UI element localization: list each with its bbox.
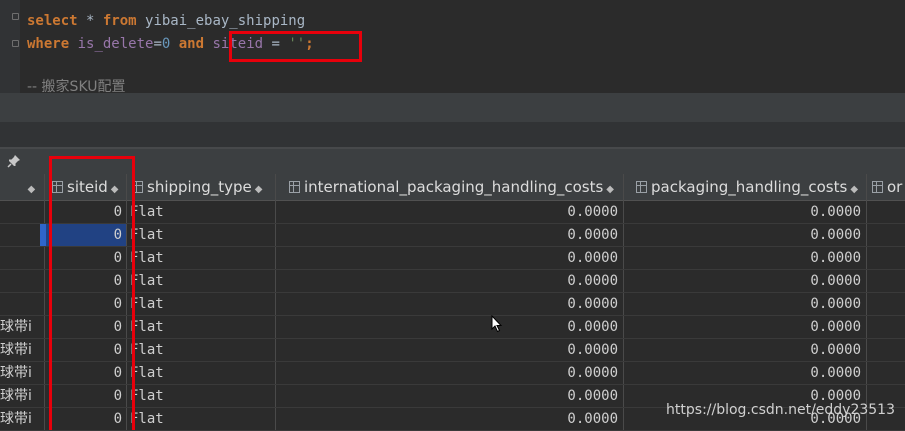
- cell-packaging-handling-costs[interactable]: 0.0000: [624, 293, 861, 315]
- column-header-or[interactable]: or: [872, 174, 905, 200]
- cell-international-packaging-handling-costs[interactable]: 0.0000: [276, 293, 618, 315]
- cell-row-label[interactable]: 球带i: [0, 408, 40, 430]
- panel-spacer: [0, 122, 905, 147]
- cell-international-packaging-handling-costs[interactable]: 0.0000: [276, 385, 618, 407]
- table-row[interactable]: 0 Flat 0.0000 0.0000: [0, 293, 905, 316]
- sql-editor[interactable]: select * from yibai_ebay_shipping where …: [0, 0, 905, 98]
- cell-international-packaging-handling-costs[interactable]: 0.0000: [276, 247, 618, 269]
- fold-marker-icon[interactable]: [12, 40, 19, 47]
- cell-international-packaging-handling-costs[interactable]: 0.0000: [276, 339, 618, 361]
- cell-shipping-type[interactable]: Flat: [130, 293, 270, 315]
- column-icon: [636, 181, 647, 193]
- cell-row-label[interactable]: 球带i: [0, 362, 40, 384]
- cell-packaging-handling-costs[interactable]: 0.0000: [624, 316, 861, 338]
- cell-shipping-type[interactable]: Flat: [130, 247, 270, 269]
- table-row[interactable]: 球带i 0 Flat 0.0000 0.0000: [0, 362, 905, 385]
- cell-shipping-type[interactable]: Flat: [130, 408, 270, 430]
- cell-shipping-type[interactable]: Flat: [130, 316, 270, 338]
- cell-row-label[interactable]: [0, 247, 40, 269]
- cell-packaging-handling-costs[interactable]: 0.0000: [624, 201, 861, 223]
- table-row[interactable]: 0 Flat 0.0000 0.0000: [0, 224, 905, 247]
- fold-marker-icon[interactable]: [12, 13, 19, 20]
- pin-icon[interactable]: [7, 154, 21, 168]
- cell-shipping-type[interactable]: Flat: [130, 224, 270, 246]
- cell-international-packaging-handling-costs[interactable]: 0.0000: [276, 408, 618, 430]
- code-line-1[interactable]: select * from yibai_ebay_shipping: [27, 12, 305, 30]
- grid-header: ◆ siteid ◆ shipping_type ◆ international_p…: [0, 174, 905, 201]
- column-header-shipping-type[interactable]: shipping_type ◆: [132, 174, 274, 200]
- column-icon: [289, 181, 300, 193]
- cell-shipping-type[interactable]: Flat: [130, 339, 270, 361]
- cell-shipping-type[interactable]: Flat: [130, 201, 270, 223]
- watermark: https://blog.csdn.net/eddy23513: [666, 402, 895, 418]
- cell-row-label[interactable]: 球带i: [0, 339, 40, 361]
- cell-packaging-handling-costs[interactable]: 0.0000: [624, 247, 861, 269]
- table-row[interactable]: 0 Flat 0.0000 0.0000: [0, 247, 905, 270]
- table-row[interactable]: 0 Flat 0.0000 0.0000: [0, 201, 905, 224]
- editor-gutter: [0, 0, 20, 98]
- cell-row-label[interactable]: 球带i: [0, 385, 40, 407]
- sort-icon[interactable]: ◆: [850, 184, 858, 195]
- cell-row-label[interactable]: 球带i: [0, 316, 40, 338]
- cell-packaging-handling-costs[interactable]: 0.0000: [624, 362, 861, 384]
- table-row[interactable]: 球带i 0 Flat 0.0000 0.0000: [0, 339, 905, 362]
- column-icon: [872, 181, 883, 193]
- cell-international-packaging-handling-costs[interactable]: 0.0000: [276, 201, 618, 223]
- cell-row-label[interactable]: [0, 270, 40, 292]
- highlight-box: [229, 31, 362, 62]
- table-row[interactable]: 0 Flat 0.0000 0.0000: [0, 270, 905, 293]
- cell-packaging-handling-costs[interactable]: 0.0000: [624, 224, 861, 246]
- cell-shipping-type[interactable]: Flat: [130, 362, 270, 384]
- table-row[interactable]: 球带i 0 Flat 0.0000 0.0000: [0, 316, 905, 339]
- mouse-cursor-icon: [491, 315, 503, 333]
- column-header-packaging-handling-costs[interactable]: packaging_handling_costs ◆: [636, 174, 864, 200]
- highlight-box: [49, 156, 135, 430]
- cell-international-packaging-handling-costs[interactable]: 0.0000: [276, 224, 618, 246]
- cell-packaging-handling-costs[interactable]: 0.0000: [624, 339, 861, 361]
- result-grid[interactable]: 0 Flat 0.0000 0.0000 0 Flat 0.0000 0.0000 0 Flat 0…: [0, 201, 905, 431]
- sort-icon[interactable]: ◆: [606, 184, 614, 195]
- sort-icon[interactable]: ◆: [255, 184, 263, 195]
- sort-icon[interactable]: ◆: [28, 184, 36, 195]
- cell-international-packaging-handling-costs[interactable]: 0.0000: [276, 316, 618, 338]
- cell-row-label[interactable]: [0, 293, 40, 315]
- result-toolbar: [0, 147, 905, 174]
- column-header-row-number[interactable]: ◆: [0, 174, 40, 200]
- panel-separator[interactable]: [0, 98, 905, 122]
- cell-packaging-handling-costs[interactable]: 0.0000: [624, 270, 861, 292]
- cell-row-label[interactable]: [0, 224, 40, 246]
- column-header-international-packaging-handling-costs[interactable]: international_packaging_handling_costs ◆: [289, 174, 622, 200]
- cell-international-packaging-handling-costs[interactable]: 0.0000: [276, 362, 618, 384]
- cell-shipping-type[interactable]: Flat: [130, 270, 270, 292]
- cell-international-packaging-handling-costs[interactable]: 0.0000: [276, 270, 618, 292]
- cell-shipping-type[interactable]: Flat: [130, 385, 270, 407]
- cell-row-label[interactable]: [0, 201, 40, 223]
